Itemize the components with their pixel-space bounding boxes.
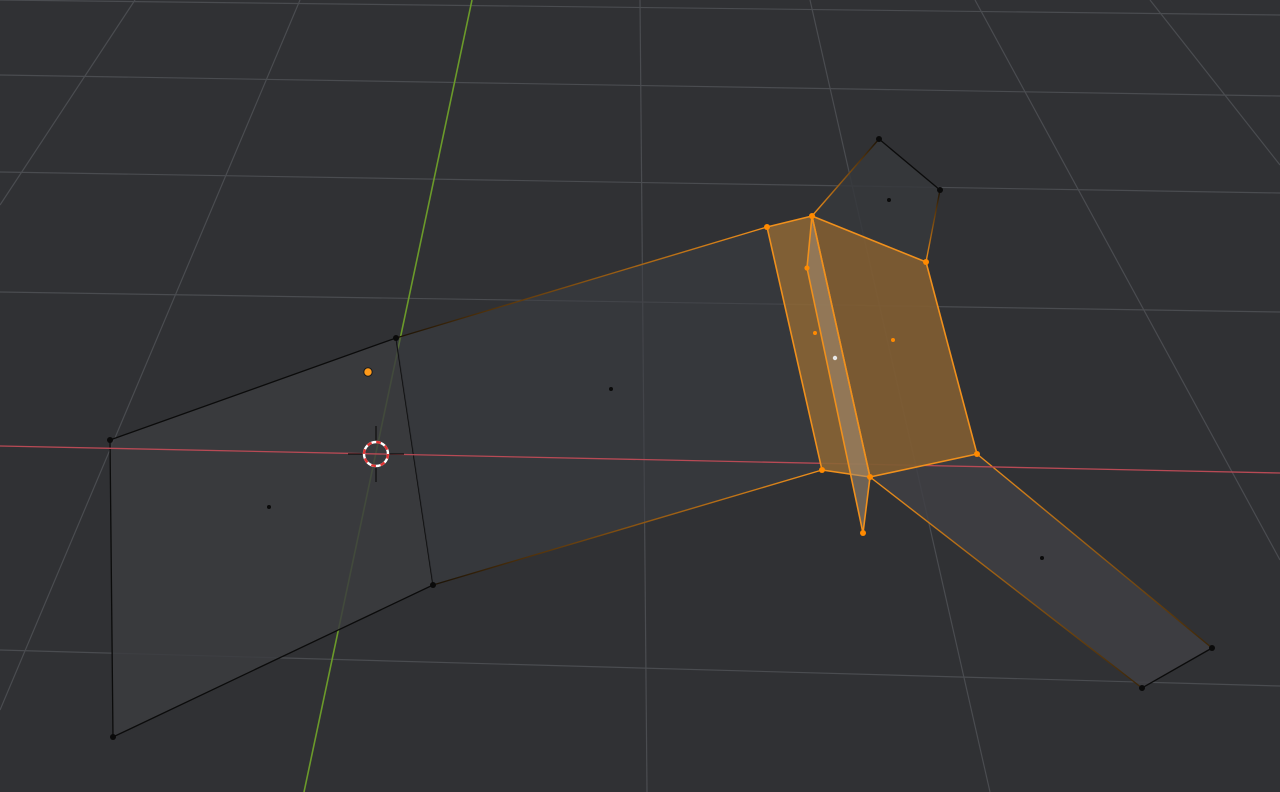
face-dot[interactable] [887,198,891,202]
face-middle[interactable] [396,227,822,585]
selected-face-dot[interactable] [891,338,895,342]
vertex[interactable] [393,335,399,341]
selected-vertex[interactable] [974,451,980,457]
selected-vertex[interactable] [867,474,873,480]
selected-vertex[interactable] [860,530,866,536]
3d-viewport[interactable] [0,0,1280,792]
vertex[interactable] [937,187,943,193]
selected-vertex[interactable] [804,265,810,271]
vertex[interactable] [110,734,116,740]
selected-vertex[interactable] [764,224,770,230]
vertex[interactable] [1209,645,1215,651]
vertex[interactable] [107,437,113,443]
grid-line [0,171,1280,194]
selected-vertex[interactable] [809,213,815,219]
vertex[interactable] [1139,685,1145,691]
grid-line [1149,0,1280,166]
selected-vertex[interactable] [819,467,825,473]
selected-face-dot[interactable] [813,331,817,335]
face-dot[interactable] [1040,556,1044,560]
face-right-strip[interactable] [870,454,1212,688]
face-dot[interactable] [609,387,613,391]
vertex[interactable] [430,582,436,588]
grid-line [0,74,1280,97]
object-origin-icon [363,367,373,377]
face-dot[interactable] [267,505,271,509]
grid-line [974,0,1280,561]
face-left[interactable] [109,337,434,739]
viewport-canvas[interactable] [0,0,1280,792]
vertex[interactable] [876,136,882,142]
unselected-faces[interactable] [109,139,1212,739]
selected-vertex[interactable] [923,259,929,265]
active-face-dot[interactable] [832,355,838,361]
